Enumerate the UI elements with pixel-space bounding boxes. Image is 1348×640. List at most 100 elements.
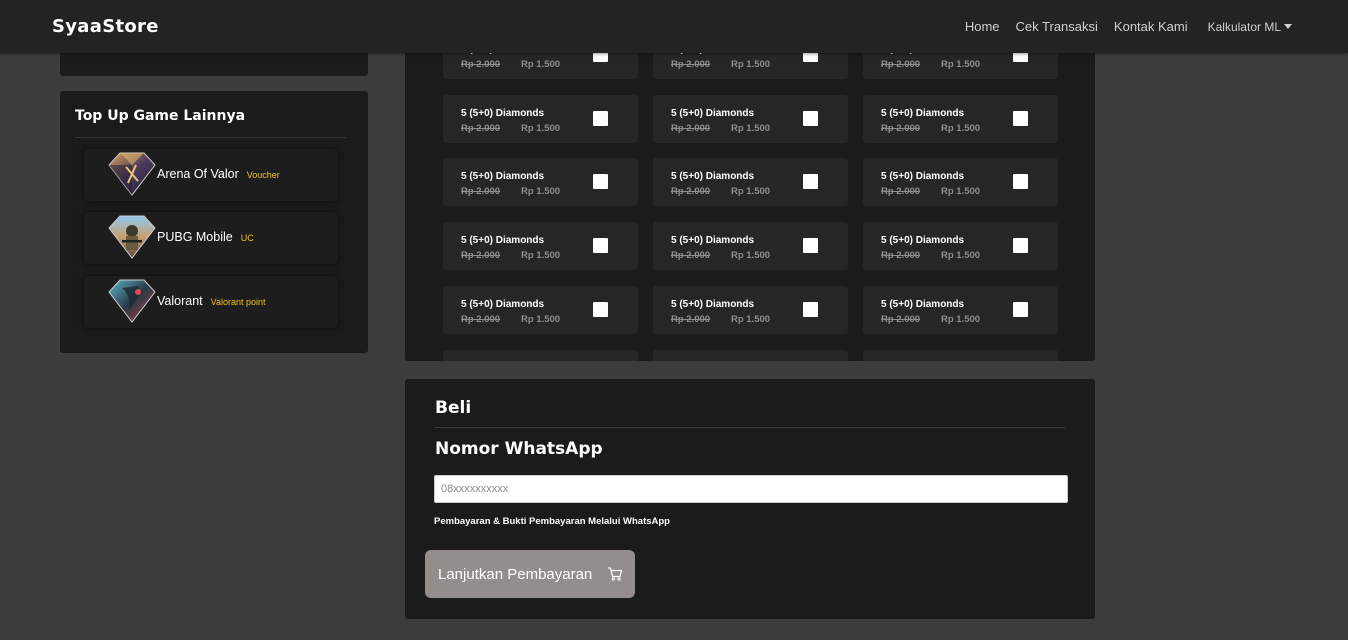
- product-price: Rp 1.500: [521, 59, 561, 70]
- product-price: Rp 1.500: [521, 250, 561, 261]
- product-item[interactable]: 5 (5+0) DiamondsRp 2.000Rp 1.500: [863, 350, 1058, 361]
- product-old-price: Rp 2.000: [881, 314, 921, 325]
- product-item[interactable]: 5 (5+0) Diamonds Rp 2.000 Rp 1.500: [653, 95, 848, 143]
- product-price: Rp 1.500: [521, 186, 561, 197]
- nav-cek-transaksi-link[interactable]: Cek Transaksi: [1016, 19, 1098, 34]
- product-item[interactable]: 5 (5+0) DiamondsRp 2.000Rp 1.500: [443, 95, 638, 143]
- product-checkbox[interactable]: [1013, 174, 1028, 189]
- caret-down-icon: [1284, 24, 1292, 29]
- product-old-price: Rp 2.000: [881, 123, 921, 134]
- divider: [75, 137, 346, 138]
- product-item[interactable]: 5 (5+0) Diamonds Rp 2.000 Rp 1.500: [863, 158, 1058, 206]
- product-price: Rp 1.500: [941, 123, 981, 134]
- product-old-price: Rp 2.000: [671, 59, 711, 70]
- game-tag: UC: [240, 233, 254, 243]
- product-checkbox[interactable]: [1013, 111, 1028, 126]
- product-item[interactable]: 5 (5+0) Diamonds Rp 2.000 Rp 1.500: [653, 286, 848, 334]
- whatsapp-title: Nomor WhatsApp: [435, 439, 603, 459]
- checkout-title: Beli: [435, 398, 472, 418]
- product-price: Rp 1.500: [731, 186, 771, 197]
- product-checkbox[interactable]: [593, 302, 608, 317]
- product-price: Rp 1.500: [731, 250, 771, 261]
- product-item[interactable]: 5 (5+0) Diamonds Rp 2.000 Rp 1.500: [443, 158, 638, 206]
- product-title: 5 (5+0) Diamonds: [461, 235, 545, 246]
- product-old-price: Rp 2.000: [461, 250, 501, 261]
- product-old-price: Rp 2.000: [881, 186, 921, 197]
- product-item[interactable]: 5 (5+0) Diamonds Rp 2.000 Rp 1.500: [443, 286, 638, 334]
- product-price: Rp 1.500: [521, 314, 561, 325]
- product-checkbox[interactable]: [1013, 302, 1028, 317]
- product-checkbox[interactable]: [803, 174, 818, 189]
- nav-links: Home Cek Transaksi Kontak Kami Kalkulato…: [965, 19, 1292, 34]
- product-old-price: Rp 2.000: [461, 59, 501, 70]
- product-old-price: Rp 2.000: [671, 314, 711, 325]
- product-checkbox[interactable]: [803, 302, 818, 317]
- valorant-icon: [108, 279, 156, 323]
- product-checkbox[interactable]: [593, 238, 608, 253]
- game-item-valorant[interactable]: Valorant Valorant point: [84, 276, 338, 328]
- game-item-arena-of-valor[interactable]: Arena Of Valor Voucher: [84, 149, 338, 201]
- product-item[interactable]: 5 (5+0) DiamondsRp 2.000Rp 1.500: [653, 222, 848, 270]
- product-title: 5 (5+0) Diamonds: [461, 108, 545, 119]
- product-checkbox[interactable]: [1013, 238, 1028, 253]
- product-old-price: Rp 2.000: [461, 314, 501, 325]
- product-item[interactable]: 5 (5+0) Diamonds Rp 2.000 Rp 1.500: [863, 286, 1058, 334]
- product-title: 5 (5+0) Diamonds: [461, 171, 545, 182]
- navbar: SyaaStore Home Cek Transaksi Kontak Kami…: [0, 0, 1348, 53]
- brand-logo[interactable]: SyaaStore: [52, 16, 159, 37]
- game-name: Arena Of Valor Voucher: [157, 167, 280, 181]
- product-item[interactable]: 5 (5+0) DiamondsRp 2.000Rp 1.500: [443, 350, 638, 361]
- whatsapp-number-input[interactable]: [434, 475, 1068, 503]
- divider: [435, 427, 1065, 428]
- continue-payment-button[interactable]: Lanjutkan Pembayaran: [425, 550, 635, 598]
- pubg-mobile-icon: [108, 215, 156, 259]
- product-title: 5 (5+0) Diamonds: [671, 171, 755, 182]
- product-title: 5 (5+0) Diamonds: [461, 299, 545, 310]
- product-checkbox[interactable]: [593, 111, 608, 126]
- product-price: Rp 1.500: [731, 123, 771, 134]
- product-title: 5 (5+0) Diamonds: [881, 108, 965, 119]
- product-price: Rp 1.500: [941, 59, 981, 70]
- product-checkbox[interactable]: [593, 174, 608, 189]
- product-item[interactable]: 5 (5+0) Diamonds Rp 2.000 Rp 1.500: [863, 222, 1058, 270]
- product-old-price: Rp 2.000: [671, 186, 711, 197]
- other-games-title: Top Up Game Lainnya: [75, 108, 246, 124]
- product-price: Rp 1.500: [731, 59, 771, 70]
- game-item-pubg-mobile[interactable]: PUBG Mobile UC: [84, 212, 338, 264]
- nav-kontak-kami-link[interactable]: Kontak Kami: [1114, 19, 1188, 34]
- game-name-text: Arena Of Valor: [157, 167, 239, 181]
- product-title: 5 (5+0) Diamonds: [671, 108, 755, 119]
- game-tag: Voucher: [246, 170, 280, 180]
- product-item[interactable]: 5 (5+0) Diamonds Rp 2.000 Rp 1.500: [443, 222, 638, 270]
- game-tag: Valorant point: [210, 297, 266, 307]
- other-games-card: Top Up Game Lainnya Arena Of Valor Vouche…: [60, 91, 368, 353]
- product-checkbox[interactable]: [803, 111, 818, 126]
- game-name-text: PUBG Mobile: [157, 230, 233, 244]
- product-item[interactable]: 5 (5+0) Diamonds Rp 2.000 Rp 1.500: [653, 158, 848, 206]
- product-old-price: Rp 2.000: [671, 123, 711, 134]
- kalkulator-ml-label: Kalkulator ML: [1207, 19, 1281, 34]
- product-item[interactable]: 5 (5+0) DiamondsRp 2.000Rp 1.500: [653, 350, 848, 361]
- product-price: Rp 1.500: [731, 314, 771, 325]
- game-name: PUBG Mobile UC: [157, 230, 254, 244]
- product-old-price: Rp 2.000: [461, 186, 501, 197]
- product-old-price: Rp 2.000: [881, 59, 921, 70]
- cart-icon: [608, 567, 623, 581]
- nav-home-link[interactable]: Home: [965, 19, 1000, 34]
- product-title: 5 (5+0) Diamonds: [671, 235, 755, 246]
- product-price: Rp 1.500: [941, 186, 981, 197]
- game-name: Valorant Valorant point: [157, 294, 266, 308]
- product-price: Rp 1.500: [941, 250, 981, 261]
- kalkulator-ml-dropdown[interactable]: Kalkulator ML: [1208, 19, 1292, 34]
- checkout-card: Beli Nomor WhatsApp Pembayaran & Bukti P…: [405, 379, 1095, 619]
- product-price: Rp 1.500: [941, 314, 981, 325]
- product-item[interactable]: 5 (5+0) Diamonds Rp 2.000 Rp 1.500: [863, 95, 1058, 143]
- product-old-price: Rp 2.000: [881, 250, 921, 261]
- game-name-text: Valorant: [157, 294, 203, 308]
- product-title: 5 (5+0) Diamonds: [671, 299, 755, 310]
- product-list-card: 5 (5+0) Diamonds Rp 2.000 Rp 1.500 5 (5+0) …: [405, 40, 1095, 361]
- product-title: 5 (5+0) Diamonds: [881, 299, 965, 310]
- product-title: 5 (5+0) Diamonds: [881, 171, 965, 182]
- product-title: 5 (5+0) Diamonds: [881, 235, 965, 246]
- product-checkbox[interactable]: [803, 238, 818, 253]
